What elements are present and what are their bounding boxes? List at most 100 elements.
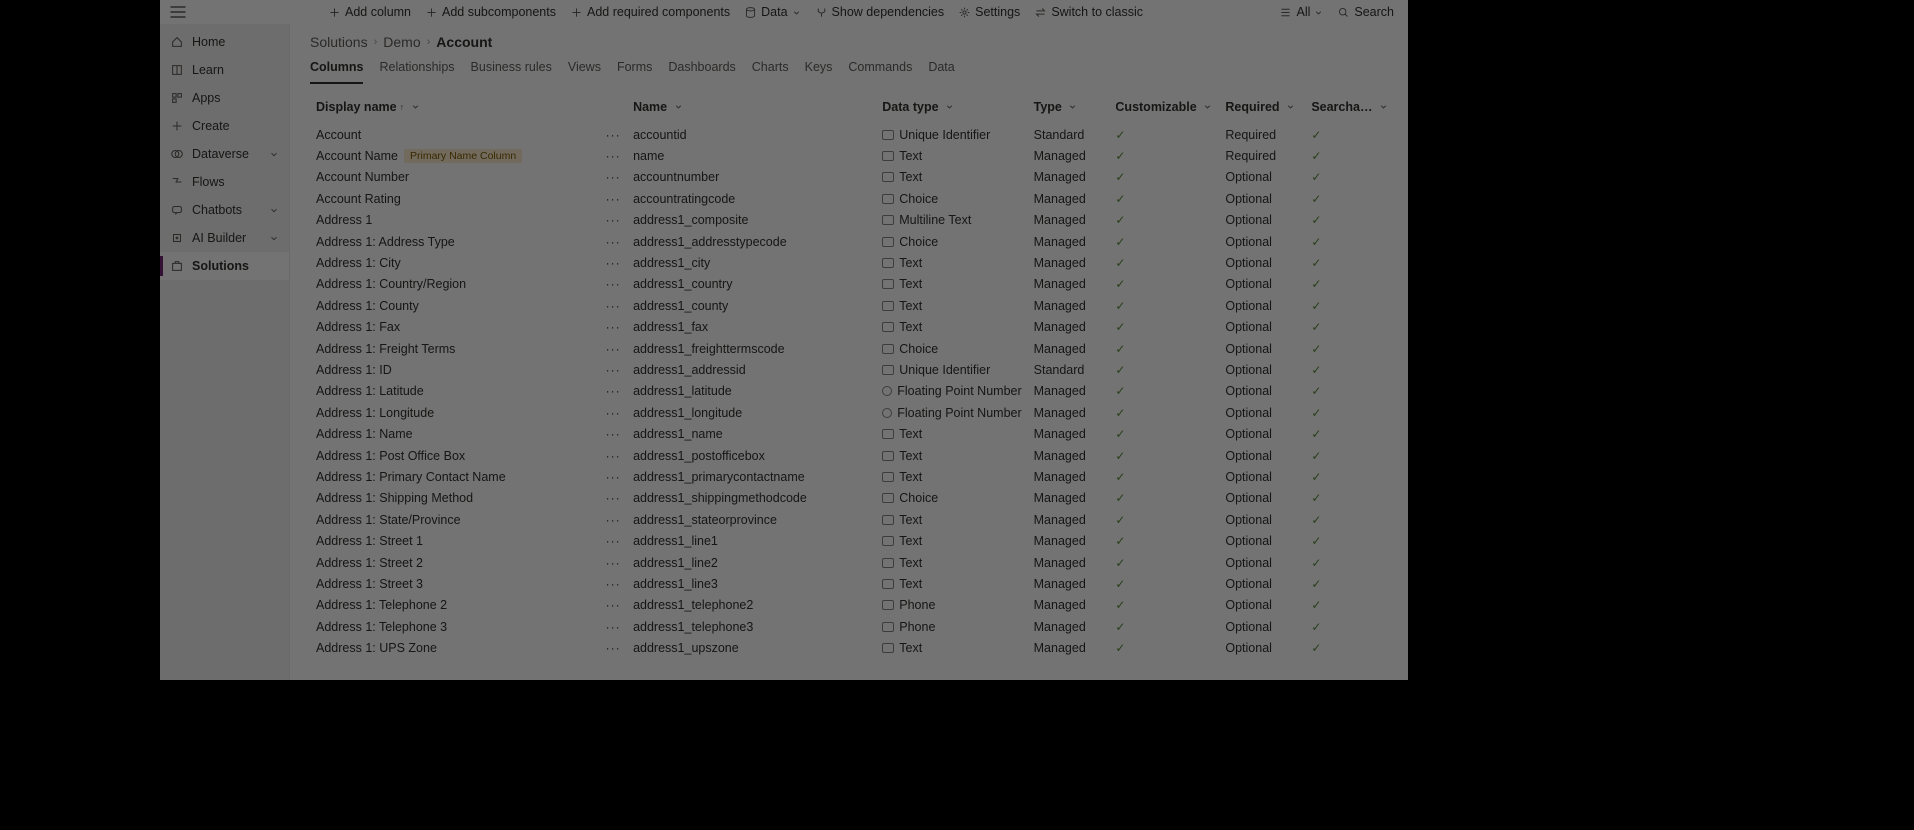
sidebar-item-solutions[interactable]: Solutions [160, 252, 289, 280]
table-row[interactable]: Address 1: Fax···address1_faxTextManaged… [310, 317, 1394, 338]
plus-icon [170, 119, 184, 133]
table-scroll[interactable]: Display name↑ Name Data type [290, 84, 1408, 680]
search-label: Search [1354, 5, 1394, 19]
table-row[interactable]: Account···accountidUnique IdentifierStan… [310, 124, 1394, 145]
switch-classic-button[interactable]: Switch to classic [1028, 0, 1149, 24]
tab-views[interactable]: Views [568, 54, 601, 84]
table-row[interactable]: Address 1: City···address1_cityTextManag… [310, 252, 1394, 273]
row-more-button[interactable]: ··· [599, 252, 627, 273]
add-column-button[interactable]: Add column [322, 0, 417, 24]
header-display-name[interactable]: Display name↑ [310, 96, 599, 124]
row-more-button[interactable]: ··· [599, 274, 627, 295]
settings-button[interactable]: Settings [952, 0, 1026, 24]
hamburger-icon[interactable] [168, 2, 188, 22]
check-icon: ✓ [1311, 235, 1321, 249]
breadcrumb-solutions[interactable]: Solutions [310, 34, 368, 50]
row-more-button[interactable]: ··· [599, 423, 627, 444]
sidebar-item-dataverse[interactable]: Dataverse [160, 140, 289, 168]
ai-icon [170, 231, 184, 245]
filter-all-button[interactable]: All [1273, 0, 1329, 24]
row-more-button[interactable]: ··· [599, 124, 627, 145]
chevron-down-icon [1068, 102, 1077, 111]
table-row[interactable]: Address 1···address1_compositeMultiline … [310, 210, 1394, 231]
row-more-button[interactable]: ··· [599, 145, 627, 166]
add-subcomponents-button[interactable]: Add subcomponents [419, 0, 562, 24]
table-row[interactable]: Address 1: County···address1_countyTextM… [310, 295, 1394, 316]
table-row[interactable]: Address 1: Country/Region···address1_cou… [310, 274, 1394, 295]
table-row[interactable]: Address 1: Street 2···address1_line2Text… [310, 552, 1394, 573]
cell-required: Optional [1219, 274, 1305, 295]
row-more-button[interactable]: ··· [599, 488, 627, 509]
table-row[interactable]: Address 1: Telephone 2···address1_teleph… [310, 595, 1394, 616]
sidebar-item-learn[interactable]: Learn [160, 56, 289, 84]
table-row[interactable]: Address 1: Freight Terms···address1_frei… [310, 338, 1394, 359]
breadcrumb-demo[interactable]: Demo [383, 34, 420, 50]
sidebar-item-flows[interactable]: Flows [160, 168, 289, 196]
row-more-button[interactable]: ··· [599, 359, 627, 380]
header-customizable[interactable]: Customizable [1109, 96, 1219, 124]
row-more-button[interactable]: ··· [599, 231, 627, 252]
header-searchable[interactable]: Searcha… [1305, 96, 1394, 124]
cell-name: address1_postofficebox [627, 445, 876, 466]
tab-business-rules[interactable]: Business rules [471, 54, 552, 84]
sidebar-item-home[interactable]: Home [160, 28, 289, 56]
header-required[interactable]: Required [1219, 96, 1305, 124]
row-more-button[interactable]: ··· [599, 530, 627, 551]
show-dependencies-button[interactable]: Show dependencies [809, 0, 951, 24]
row-more-button[interactable]: ··· [599, 552, 627, 573]
row-more-button[interactable]: ··· [599, 188, 627, 209]
tab-forms[interactable]: Forms [617, 54, 652, 84]
table-row[interactable]: Account Rating···accountratingcodeChoice… [310, 188, 1394, 209]
row-more-button[interactable]: ··· [599, 381, 627, 402]
table-row[interactable]: Address 1: Primary Contact Name···addres… [310, 466, 1394, 487]
row-more-button[interactable]: ··· [599, 595, 627, 616]
row-more-button[interactable]: ··· [599, 402, 627, 423]
table-row[interactable]: Address 1: Street 1···address1_line1Text… [310, 530, 1394, 551]
cell-required: Optional [1219, 317, 1305, 338]
row-more-button[interactable]: ··· [599, 637, 627, 658]
row-more-button[interactable]: ··· [599, 616, 627, 637]
tab-commands[interactable]: Commands [848, 54, 912, 84]
cell-searchable: ✓ [1305, 359, 1394, 380]
table-row[interactable]: Address 1: Latitude···address1_latitudeF… [310, 381, 1394, 402]
row-more-button[interactable]: ··· [599, 509, 627, 530]
tab-relationships[interactable]: Relationships [379, 54, 454, 84]
table-row[interactable]: Address 1: Telephone 3···address1_teleph… [310, 616, 1394, 637]
table-row[interactable]: Account Number···accountnumberTextManage… [310, 167, 1394, 188]
row-more-button[interactable]: ··· [599, 317, 627, 338]
header-type[interactable]: Type [1028, 96, 1110, 124]
row-more-button[interactable]: ··· [599, 338, 627, 359]
table-row[interactable]: Address 1: ID···address1_addressidUnique… [310, 359, 1394, 380]
table-row[interactable]: Address 1: UPS Zone···address1_upszoneTe… [310, 637, 1394, 658]
tab-columns[interactable]: Columns [310, 54, 363, 84]
search-button[interactable]: Search [1331, 0, 1400, 24]
table-row[interactable]: Account NamePrimary Name Column···nameTe… [310, 145, 1394, 166]
row-more-button[interactable]: ··· [599, 167, 627, 188]
table-row[interactable]: Address 1: Shipping Method···address1_sh… [310, 488, 1394, 509]
sidebar-item-chatbots[interactable]: Chatbots [160, 196, 289, 224]
tab-data[interactable]: Data [928, 54, 954, 84]
table-row[interactable]: Address 1: State/Province···address1_sta… [310, 509, 1394, 530]
sidebar-item-aibuilder[interactable]: AI Builder [160, 224, 289, 252]
table-row[interactable]: Address 1: Post Office Box···address1_po… [310, 445, 1394, 466]
data-menu-button[interactable]: Data [738, 0, 806, 24]
row-more-button[interactable]: ··· [599, 573, 627, 594]
table-row[interactable]: Address 1: Longitude···address1_longitud… [310, 402, 1394, 423]
header-name[interactable]: Name [627, 96, 876, 124]
tab-charts[interactable]: Charts [752, 54, 789, 84]
header-data-type[interactable]: Data type [876, 96, 1027, 124]
tab-keys[interactable]: Keys [805, 54, 833, 84]
sidebar-item-create[interactable]: Create [160, 112, 289, 140]
sidebar-item-apps[interactable]: Apps [160, 84, 289, 112]
choice-type-icon [882, 194, 894, 204]
tab-dashboards[interactable]: Dashboards [668, 54, 735, 84]
table-row[interactable]: Address 1: Street 3···address1_line3Text… [310, 573, 1394, 594]
table-row[interactable]: Address 1: Address Type···address1_addre… [310, 231, 1394, 252]
row-more-button[interactable]: ··· [599, 210, 627, 231]
row-more-button[interactable]: ··· [599, 295, 627, 316]
row-more-button[interactable]: ··· [599, 466, 627, 487]
table-row[interactable]: Address 1: Name···address1_nameTextManag… [310, 423, 1394, 444]
cell-data-type: Floating Point Number [876, 402, 1027, 423]
row-more-button[interactable]: ··· [599, 445, 627, 466]
add-required-button[interactable]: Add required components [564, 0, 736, 24]
